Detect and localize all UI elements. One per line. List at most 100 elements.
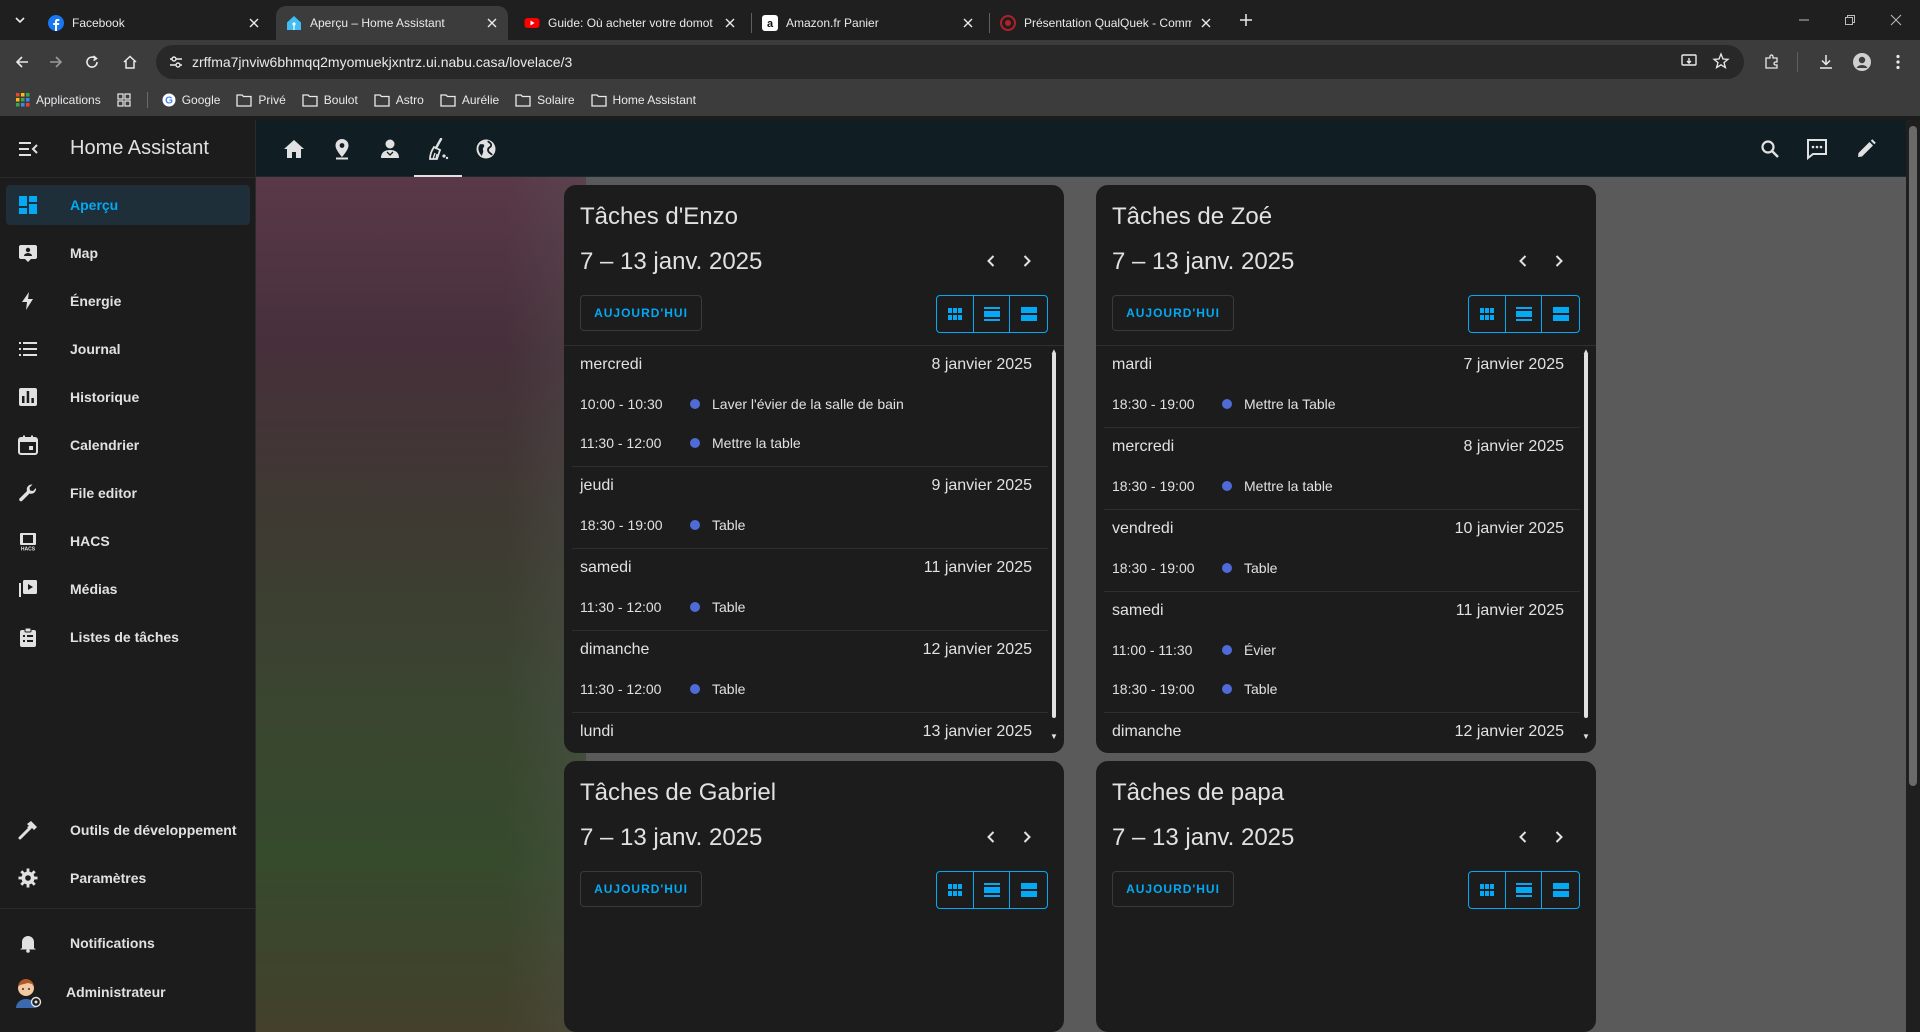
bookmark-item[interactable]: Applications [16, 93, 101, 107]
bookmark-item[interactable]: Privé [236, 93, 286, 107]
sidebar-item-calendrier[interactable]: Calendrier [6, 425, 250, 465]
sidebar-item-file-editor[interactable]: File editor [6, 473, 250, 513]
list-view-button[interactable] [1542, 296, 1579, 332]
restore-button[interactable] [1827, 0, 1873, 40]
bookmark-item[interactable]: Home Assistant [590, 93, 696, 107]
sidebar-item-listes-de-taches[interactable]: Listes de tâches [6, 617, 250, 657]
bookmark-item[interactable]: Aurélie [440, 93, 499, 107]
calendar-event[interactable]: 11:30 - 12:00 Table [572, 587, 1048, 626]
reload-button[interactable] [78, 48, 106, 76]
month-view-button[interactable] [1469, 872, 1506, 908]
sidebar-item-medias[interactable]: Médias [6, 569, 250, 609]
today-button[interactable]: AUJOURD'HUI [580, 871, 702, 907]
profile-button[interactable] [1848, 48, 1876, 76]
today-button[interactable]: AUJOURD'HUI [1112, 295, 1234, 331]
today-button[interactable]: AUJOURD'HUI [580, 295, 702, 331]
edit-dashboard-button[interactable] [1852, 135, 1880, 163]
view-tab[interactable] [414, 120, 462, 177]
browser-tab[interactable]: Aperçu – Home Assistant [276, 6, 508, 40]
previous-week-button[interactable] [976, 822, 1006, 852]
event-list-scrollbar[interactable] [1052, 353, 1056, 718]
tab-close-button[interactable] [246, 15, 262, 31]
tab-close-button[interactable] [1198, 15, 1214, 31]
today-button[interactable]: AUJOURD'HUI [1112, 871, 1234, 907]
event-list-scrollbar[interactable] [1584, 353, 1588, 718]
extensions-button[interactable] [1758, 48, 1786, 76]
site-info-icon[interactable] [168, 54, 184, 70]
week-view-button[interactable] [1506, 872, 1543, 908]
calendar-event[interactable]: 10:00 - 10:30 Laver l'évier de la salle … [572, 384, 1048, 423]
close-window-button[interactable] [1873, 0, 1919, 40]
next-week-button[interactable] [1544, 822, 1574, 852]
sidebar-item-outils-de-developpement[interactable]: Outils de développement [6, 810, 250, 850]
calendar-event[interactable]: 18:30 - 19:00 Table [1104, 669, 1580, 708]
downloads-button[interactable] [1812, 48, 1840, 76]
calendar-event[interactable]: 18:30 - 19:00 Mettre la table [1104, 466, 1580, 505]
month-view-button[interactable] [937, 872, 974, 908]
sidebar-item-historique[interactable]: Historique [6, 377, 250, 417]
scroll-down-arrow[interactable]: ▼ [1050, 732, 1058, 741]
calendar-event[interactable]: 18:30 - 19:00 Table [572, 505, 1048, 544]
forward-button[interactable] [42, 48, 70, 76]
bookmark-item[interactable]: Solaire [515, 93, 575, 107]
sidebar-item-map[interactable]: Map [6, 233, 250, 273]
sidebar-item-energie[interactable]: Énergie [6, 281, 250, 321]
tab-close-button[interactable] [484, 15, 500, 31]
scroll-down-arrow[interactable]: ▼ [1582, 732, 1590, 741]
browser-tab[interactable]: Facebook [38, 6, 270, 40]
list-view-button[interactable] [1010, 872, 1047, 908]
home-button[interactable] [116, 48, 144, 76]
view-tab[interactable] [318, 120, 366, 177]
calendar-event[interactable]: 11:30 - 12:00 Table [572, 669, 1048, 708]
minimize-button[interactable] [1781, 0, 1827, 40]
sidebar-item-user[interactable]: Administrateur [6, 972, 250, 1012]
sidebar-item-notifications[interactable]: Notifications [6, 923, 250, 963]
next-week-button[interactable] [1012, 822, 1042, 852]
menu-open-icon[interactable] [16, 137, 40, 161]
calendar-event[interactable]: 18:30 - 19:00 Mettre la Table [1104, 384, 1580, 423]
month-view-button[interactable] [1469, 296, 1506, 332]
bookmark-item[interactable]: G Google [162, 93, 220, 107]
week-view-button[interactable] [974, 872, 1011, 908]
bookmark-item[interactable]: Astro [374, 93, 424, 107]
assist-button[interactable] [1803, 135, 1831, 163]
previous-week-button[interactable] [1508, 822, 1538, 852]
tab-search-button[interactable] [8, 8, 32, 32]
sidebar-item-journal[interactable]: Journal [6, 329, 250, 369]
calendar-event[interactable]: 11:00 - 11:30 Évier [1104, 630, 1580, 669]
search-button[interactable] [1756, 135, 1784, 163]
view-tab[interactable] [366, 120, 414, 177]
sidebar-item-apercu[interactable]: Aperçu [6, 185, 250, 225]
install-app-icon[interactable] [1680, 52, 1698, 70]
page-scrollbar[interactable] [1906, 120, 1920, 1032]
list-view-button[interactable] [1010, 296, 1047, 332]
view-tab[interactable] [462, 120, 510, 177]
back-button[interactable] [8, 48, 36, 76]
month-view-button[interactable] [937, 296, 974, 332]
list-view-button[interactable] [1542, 872, 1579, 908]
tab-close-button[interactable] [960, 15, 976, 31]
bookmark-item[interactable]: Boulot [302, 93, 358, 107]
week-view-button[interactable] [974, 296, 1011, 332]
next-week-button[interactable] [1544, 246, 1574, 276]
browser-tab[interactable]: Guide: Où acheter votre domot [514, 6, 746, 40]
week-view-button[interactable] [1506, 296, 1543, 332]
event-list[interactable]: mercredi 8 janvier 2025 10:00 - 10:30 La… [572, 346, 1048, 742]
next-week-button[interactable] [1012, 246, 1042, 276]
view-tab[interactable] [270, 120, 318, 177]
tab-close-button[interactable] [722, 15, 738, 31]
browser-tab[interactable]: a Amazon.fr Panier [752, 6, 984, 40]
previous-week-button[interactable] [1508, 246, 1538, 276]
address-bar[interactable]: zrffma7jnviw6bhmqq2myomuekjxntrz.ui.nabu… [156, 45, 1744, 79]
calendar-event[interactable]: 11:30 - 12:00 Mettre la table [572, 423, 1048, 462]
event-list[interactable]: mardi 7 janvier 2025 18:30 - 19:00 Mettr… [1104, 346, 1580, 742]
new-tab-button[interactable] [1234, 8, 1258, 32]
browser-menu-button[interactable] [1884, 48, 1912, 76]
sidebar-item-hacs[interactable]: HACS HACS [6, 521, 250, 561]
previous-week-button[interactable] [976, 246, 1006, 276]
sidebar-item-parametres[interactable]: Paramètres [6, 858, 250, 898]
calendar-event[interactable]: 18:30 - 19:00 Table [1104, 548, 1580, 587]
page-scrollbar-thumb[interactable] [1909, 126, 1917, 786]
bookmark-star-icon[interactable] [1712, 52, 1730, 70]
browser-tab[interactable]: Présentation QualQuek - Comm [990, 6, 1222, 40]
